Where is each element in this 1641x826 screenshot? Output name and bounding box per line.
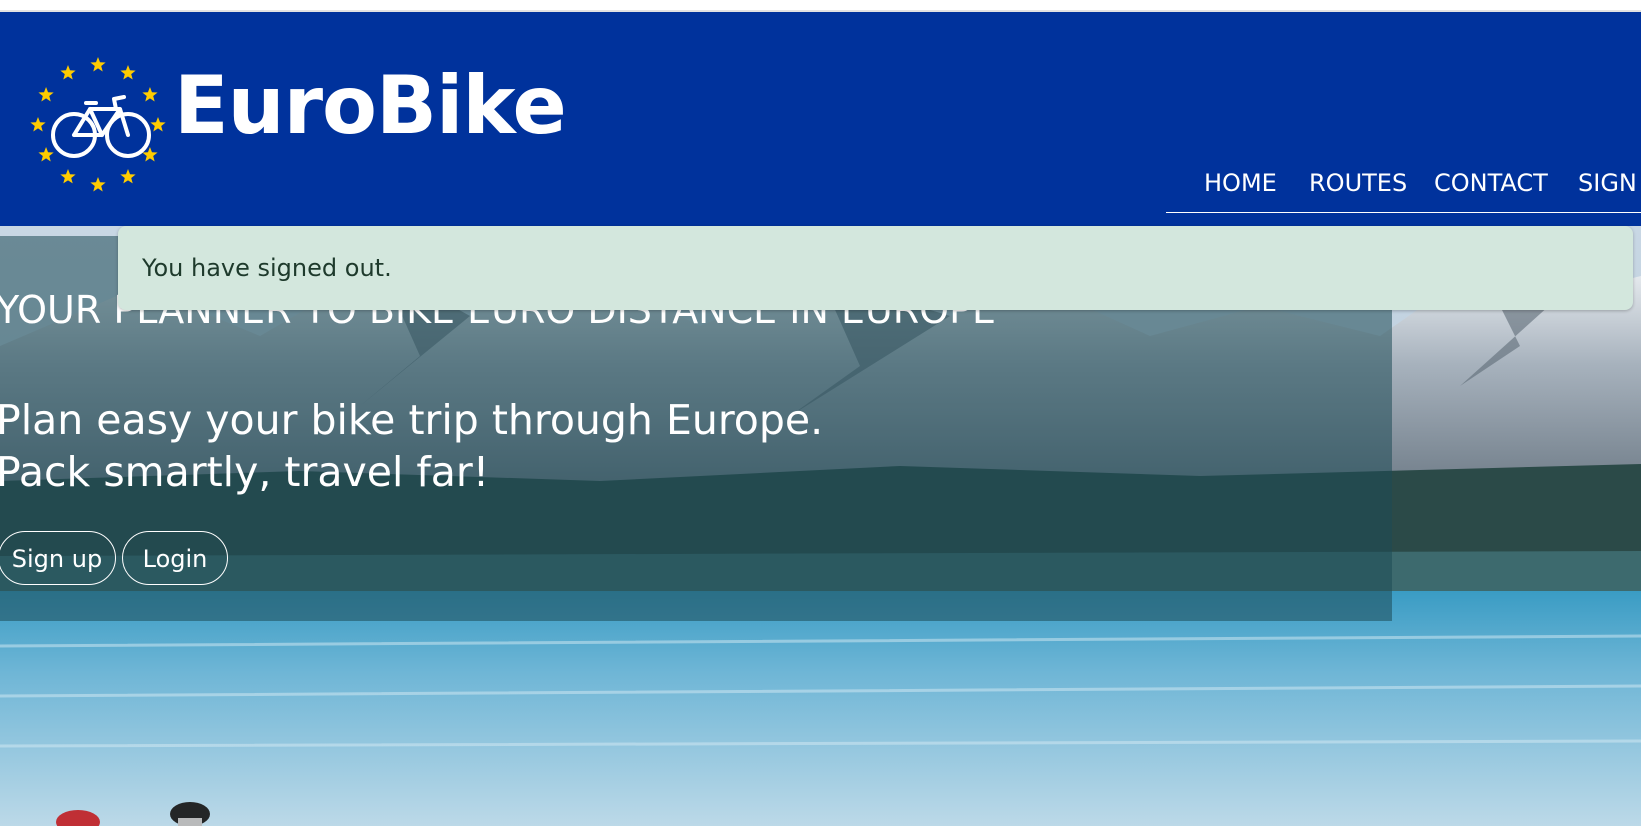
- star-icon: [60, 65, 76, 80]
- site-header: EuroBike HOME ROUTES CONTACT SIGN: [0, 12, 1641, 226]
- login-button[interactable]: Login: [122, 531, 228, 585]
- signout-alert: You have signed out.: [118, 226, 1633, 310]
- nav-home-link[interactable]: HOME: [1204, 169, 1277, 197]
- star-icon: [60, 168, 76, 184]
- star-icon: [150, 117, 166, 132]
- signup-button[interactable]: Sign up: [0, 531, 116, 585]
- nav-routes-link[interactable]: ROUTES: [1309, 169, 1407, 197]
- hero-section: YOUR PLANNER TO BIKE EURO DISTANCE IN EU…: [0, 226, 1641, 826]
- star-icon: [38, 147, 54, 162]
- star-icon: [38, 87, 54, 102]
- eu-stars-bicycle-logo-icon[interactable]: [28, 47, 168, 197]
- hero-line-1: Plan easy your bike trip through Europe.: [0, 396, 824, 444]
- browser-top-edge: [0, 0, 1641, 12]
- nav-sign-link[interactable]: SIGN: [1578, 169, 1637, 197]
- hero-line-2: Pack smartly, travel far!: [0, 448, 490, 496]
- star-icon: [142, 87, 158, 102]
- main-nav: HOME ROUTES CONTACT SIGN: [1166, 152, 1641, 213]
- star-icon: [90, 57, 106, 72]
- logo-svg: [30, 57, 166, 192]
- star-icon: [30, 117, 46, 132]
- star-icon: [120, 168, 136, 184]
- star-icon: [120, 65, 136, 80]
- brand-name[interactable]: EuroBike: [174, 66, 567, 146]
- star-icon: [90, 177, 106, 192]
- hero-text: Plan easy your bike trip through Europe.…: [0, 394, 823, 498]
- nav-contact-link[interactable]: CONTACT: [1434, 169, 1548, 197]
- alert-message: You have signed out.: [142, 254, 392, 282]
